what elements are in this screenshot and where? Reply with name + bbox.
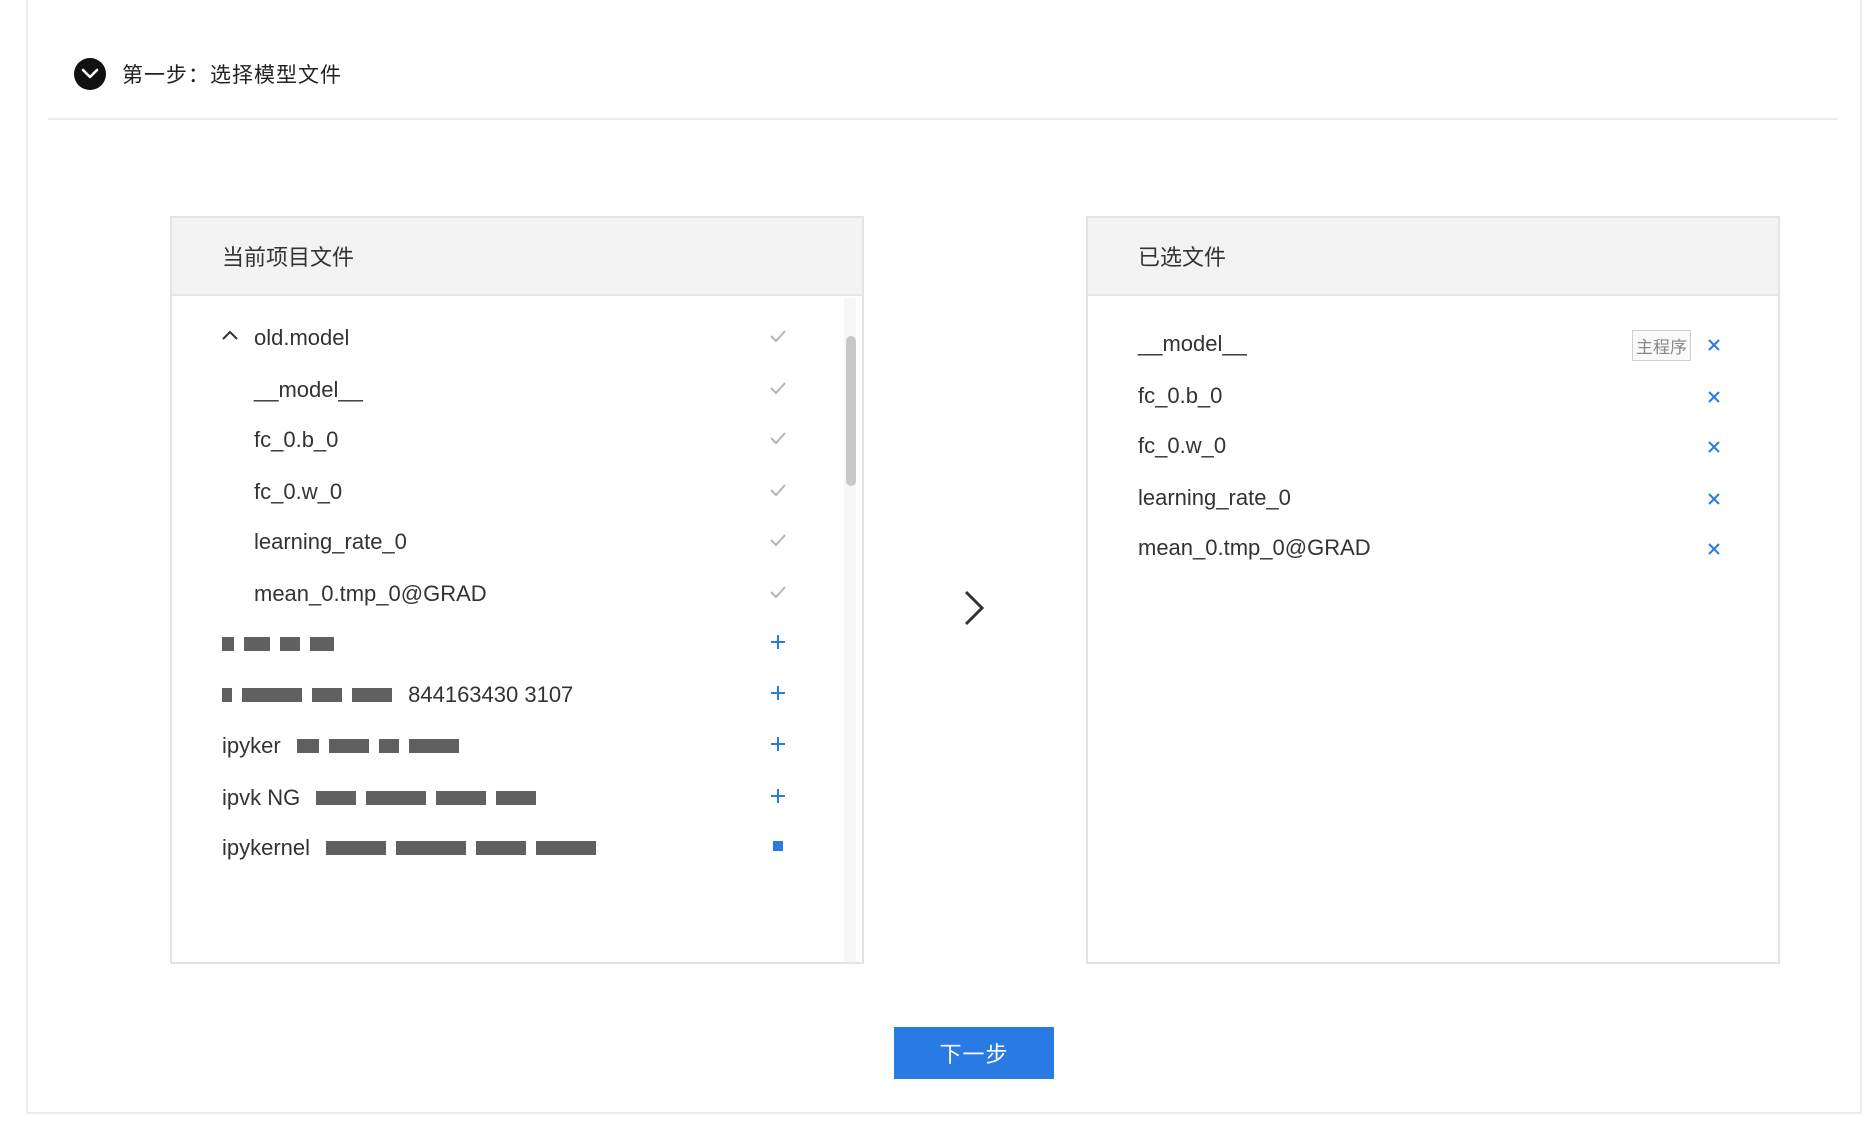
step-header[interactable]: 第一步：选择模型文件 [48, 30, 1838, 120]
tree-folder-label: old.model [254, 325, 350, 350]
tree-item-label: learning_rate_0 [254, 529, 407, 554]
tree-item[interactable]: fc_0.b_0 [172, 420, 832, 460]
tree-item[interactable]: __model__ [172, 370, 832, 410]
plus-icon[interactable] [768, 683, 788, 709]
selected-files-panel: 已选文件 __model__ 主程序 fc_0.b_0 fc_0.w_0 lea… [1086, 216, 1780, 964]
scrollbar-thumb[interactable] [846, 336, 856, 486]
obscured-label [222, 631, 344, 657]
tree-item[interactable]: fc_0.w_0 [172, 472, 832, 512]
next-step-button[interactable]: 下一步 [894, 1027, 1054, 1079]
plus-icon[interactable] [768, 786, 788, 812]
tree-item-label: fc_0.b_0 [254, 427, 339, 452]
tree-item-obscured[interactable]: 844163430 3107 [172, 675, 832, 715]
close-icon[interactable] [1705, 334, 1723, 360]
tree-folder-old-model[interactable]: old.model [172, 318, 832, 358]
tree-item-obscured[interactable] [172, 624, 832, 664]
obscured-label: ipvk NG [222, 785, 546, 811]
close-icon[interactable] [1705, 386, 1723, 412]
check-icon [768, 582, 788, 608]
chevron-down-icon[interactable] [74, 58, 106, 90]
tree-item-label: fc_0.w_0 [254, 479, 343, 504]
obscured-label: ipyker [222, 733, 469, 759]
check-icon [768, 378, 788, 404]
selected-item: learning_rate_0 [1088, 478, 1778, 518]
tree-item[interactable]: mean_0.tmp_0@GRAD [172, 574, 832, 614]
tree-item-label: mean_0.tmp_0@GRAD [254, 581, 487, 606]
tree-item-obscured[interactable]: ipvk NG [172, 778, 832, 818]
current-project-files-panel: 当前项目文件 old.model __model__ fc_0.b_0 fc_0… [170, 216, 864, 964]
obscured-label: ipykernel [222, 835, 606, 861]
check-icon [768, 480, 788, 506]
check-icon [768, 428, 788, 454]
panel-title: 当前项目文件 [172, 218, 862, 296]
check-icon [768, 326, 788, 352]
tree-item-obscured[interactable]: ipykernel [172, 828, 832, 868]
close-icon[interactable] [1705, 488, 1723, 514]
selected-item-label: fc_0.b_0 [1138, 383, 1223, 408]
selected-item: mean_0.tmp_0@GRAD [1088, 528, 1778, 568]
selected-item: __model__ 主程序 [1088, 324, 1778, 364]
tree-item-label: __model__ [254, 377, 363, 402]
selected-item-label: __model__ [1138, 331, 1247, 356]
panel-title: 已选文件 [1088, 218, 1778, 296]
selected-item-label: fc_0.w_0 [1138, 433, 1227, 458]
selected-item: fc_0.b_0 [1088, 376, 1778, 416]
selected-item-label: mean_0.tmp_0@GRAD [1138, 535, 1371, 560]
obscured-label: 844163430 3107 [222, 682, 573, 708]
main-program-badge: 主程序 [1632, 330, 1691, 361]
tree-item-obscured[interactable]: ipyker [172, 726, 832, 766]
plus-icon[interactable] [768, 836, 788, 862]
plus-icon[interactable] [768, 632, 788, 658]
plus-icon[interactable] [768, 734, 788, 760]
close-icon[interactable] [1705, 538, 1723, 564]
chevron-right-icon[interactable] [960, 588, 988, 633]
close-icon[interactable] [1705, 436, 1723, 462]
selected-item-label: learning_rate_0 [1138, 485, 1291, 510]
step-title: 第一步：选择模型文件 [122, 64, 342, 87]
check-icon [768, 530, 788, 556]
tree-item[interactable]: learning_rate_0 [172, 522, 832, 562]
chevron-up-icon[interactable] [220, 326, 240, 352]
selected-item: fc_0.w_0 [1088, 426, 1778, 466]
